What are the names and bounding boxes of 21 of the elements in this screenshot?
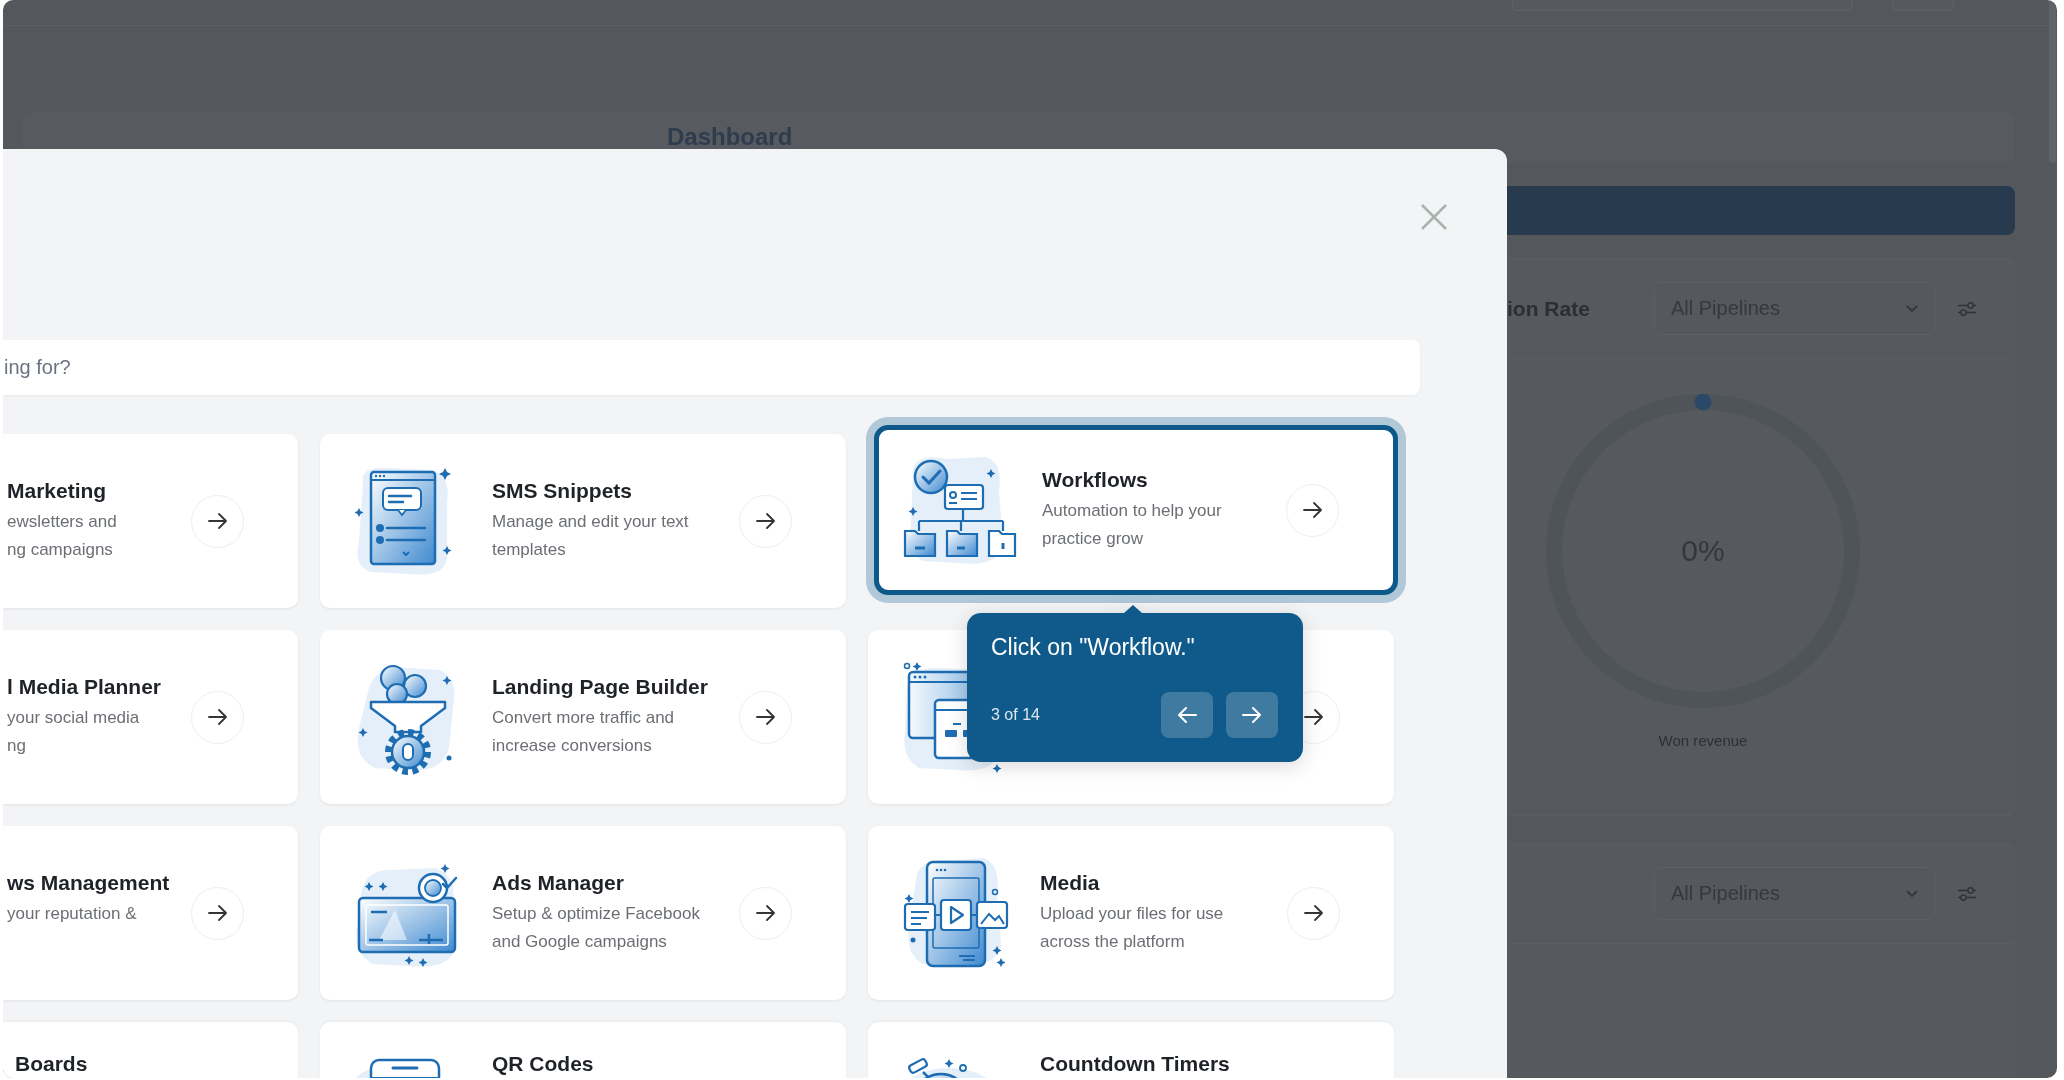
card-description: Manage and edit your text templates (492, 510, 689, 561)
card-description: ewsletters and ng campaigns (7, 510, 117, 561)
card-title: Boards (15, 1052, 88, 1076)
card-title: QR Codes (492, 1052, 594, 1076)
card-description: Setup & optimize Facebook and Google campaigns (492, 902, 700, 953)
card-description: your reputation & (7, 902, 137, 925)
card-title: Countdown Timers (1040, 1052, 1230, 1076)
card-title: SMS Snippets (492, 478, 633, 503)
card-title: Workflows (1042, 467, 1148, 492)
card-title: l Media Planner (7, 674, 162, 699)
card-title: Marketing (7, 478, 107, 503)
card-description: Upload your files for use across the platform (1040, 902, 1224, 953)
card-title: Media (1040, 870, 1100, 895)
card-title: Ads Manager (492, 870, 624, 895)
card-description: Convert more traffic and increase conversions (492, 706, 675, 757)
card-title: ws Management (7, 870, 170, 895)
card-description: Automation to help your practice grow (1042, 499, 1222, 550)
tooltip-text: Click on "Workflow." (991, 633, 1195, 662)
step-counter: 3 of 14 (991, 706, 1040, 724)
card-description: your social media ng (7, 706, 140, 757)
card-title: Landing Page Builder (492, 674, 708, 699)
